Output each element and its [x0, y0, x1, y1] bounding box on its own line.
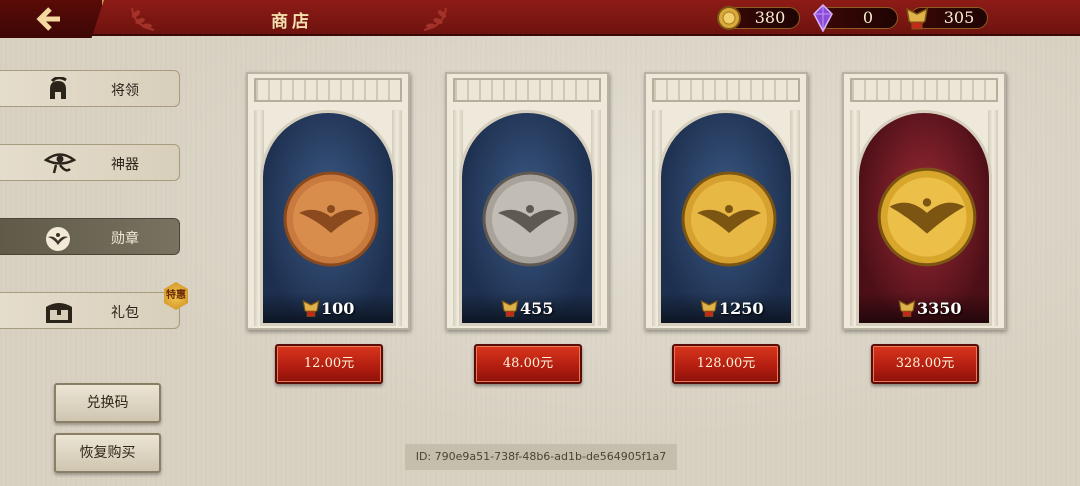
buy-button[interactable]: 48.00元	[474, 344, 582, 384]
amount-bar: 1250	[661, 293, 791, 323]
arch-backdrop: 1250	[658, 110, 794, 326]
gold-coin-icon	[717, 6, 741, 30]
tab-label: 将领	[111, 83, 139, 99]
arch-backdrop: 100	[260, 110, 396, 326]
tab-artifacts[interactable]: 神器	[0, 144, 180, 181]
restore-purchase-button[interactable]: 恢复购买	[54, 433, 161, 473]
medal-pack-card[interactable]: 3350	[842, 72, 1006, 330]
eye-of-horus-icon	[44, 153, 76, 174]
greek-key-frieze	[850, 78, 998, 102]
greek-key-frieze	[453, 78, 601, 102]
gold-coin-value: 380	[754, 8, 786, 27]
tab-gift-packs[interactable]: 礼包 特惠	[0, 282, 189, 329]
bronze-coin-icon	[283, 171, 379, 267]
medal-pack-card[interactable]: 1250	[644, 72, 808, 330]
greek-key-frieze	[652, 78, 800, 102]
treasure-chest-icon	[46, 303, 72, 323]
medal-icon	[302, 300, 320, 317]
arch-backdrop: 3350	[856, 110, 992, 326]
medal-value: 305	[943, 8, 975, 27]
arch-backdrop: 455	[459, 110, 595, 326]
gold-coin-icon	[681, 171, 777, 267]
amount-bar: 100	[263, 293, 393, 323]
tab-label: 勋章	[111, 231, 139, 247]
laurel-left-icon	[131, 7, 155, 31]
user-id-label: ID: 790e9a51-738f-48b6-ad1b-de564905f1a7	[405, 444, 677, 470]
redeem-code-button[interactable]: 兑换码	[54, 383, 161, 423]
medal-amount: 3350	[917, 299, 962, 318]
medal-amount: 1250	[719, 299, 764, 318]
amount-bar: 3350	[859, 293, 989, 323]
medal-pack-card[interactable]: 100	[246, 72, 410, 330]
tab-medals[interactable]: 勋章	[0, 218, 180, 255]
buy-button[interactable]: 128.00元	[672, 344, 780, 384]
purple-gem-icon	[813, 4, 833, 32]
amount-bar: 455	[462, 293, 592, 323]
silver-coin-icon	[482, 171, 578, 267]
medal-icon	[906, 7, 928, 30]
medal-icon	[700, 300, 718, 317]
back-arrow-icon	[36, 7, 60, 31]
tab-label: 礼包	[111, 305, 139, 321]
laurel-right-icon	[423, 7, 447, 31]
eagle-emblem-icon	[46, 227, 70, 251]
spartan-helmet-icon	[50, 77, 67, 99]
tab-label: 神器	[111, 157, 139, 173]
large-gold-coin-icon	[877, 167, 977, 267]
top-bar: 商店 380 0 305	[0, 0, 1080, 38]
buy-button[interactable]: 328.00元	[871, 344, 979, 384]
page-title: 商店	[271, 12, 313, 32]
medal-pack-card[interactable]: 455	[445, 72, 609, 330]
medal-amount: 455	[520, 299, 554, 318]
greek-key-frieze	[254, 78, 402, 102]
back-button[interactable]	[0, 0, 104, 38]
special-offer-badge: 特惠	[163, 282, 189, 310]
tab-generals[interactable]: 将领	[0, 70, 180, 107]
buy-button[interactable]: 12.00元	[275, 344, 383, 384]
gem-value: 0	[862, 8, 874, 27]
medal-icon	[898, 300, 916, 317]
medal-amount: 100	[321, 299, 355, 318]
medal-icon	[501, 300, 519, 317]
